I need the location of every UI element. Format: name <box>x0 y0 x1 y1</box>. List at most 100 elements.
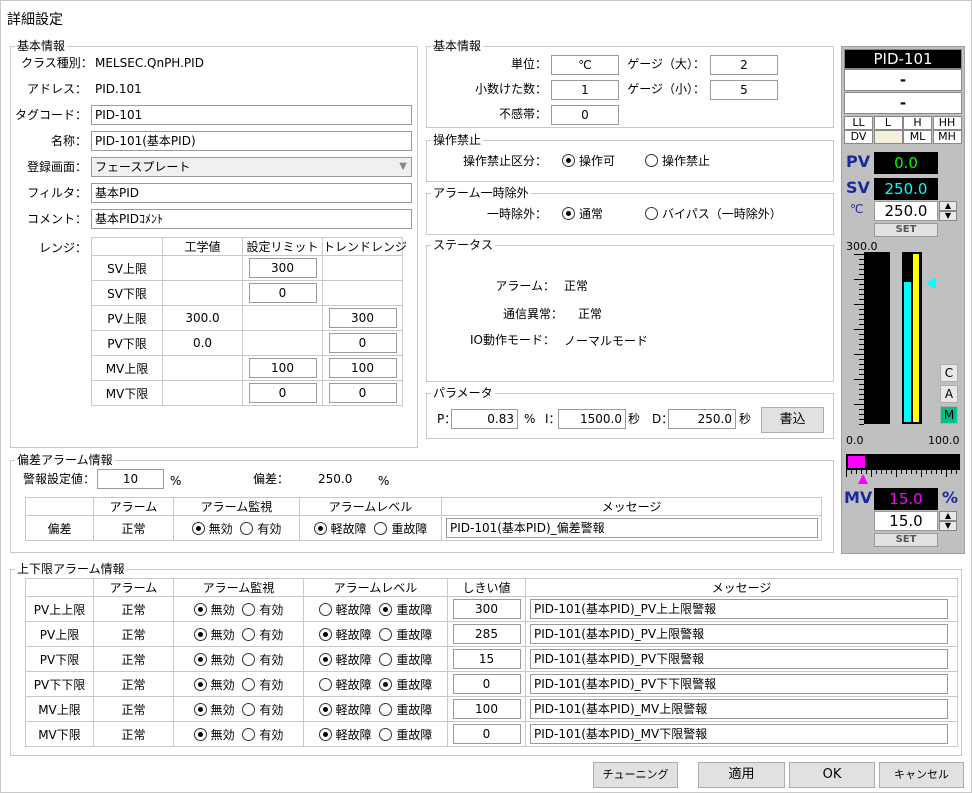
monitor-disable-radio[interactable]: 無効 <box>193 652 235 667</box>
monitor-enable-radio[interactable]: 有効 <box>242 602 284 617</box>
gauge-small-input[interactable]: 5 <box>710 80 778 100</box>
dev-setting-input[interactable]: 10 <box>97 469 164 489</box>
range-header-trend: トレンドレンジ <box>322 237 407 256</box>
mv-pointer-icon[interactable] <box>858 474 868 484</box>
tag-input[interactable]: PID-101 <box>91 105 412 125</box>
filter-input[interactable]: 基本PID <box>91 183 412 203</box>
sv-pointer-icon[interactable] <box>926 277 936 289</box>
level-heavy-radio[interactable]: 重故障 <box>379 727 433 742</box>
message-input[interactable]: PID-101(基本PID)_MV下限警報 <box>530 724 948 744</box>
scale-tick <box>876 470 877 474</box>
trend-input[interactable]: 0 <box>328 333 397 353</box>
level-heavy-radio[interactable]: 重故障 <box>379 602 432 617</box>
mv-down-icon[interactable]: ▼ <box>939 521 957 531</box>
level-light-radio[interactable]: 軽故障 <box>318 627 372 642</box>
monitor-enable-radio[interactable]: 有効 <box>240 521 281 536</box>
gauge-big-input[interactable]: 2 <box>710 55 778 75</box>
mv-scale-max: 100.0 <box>928 434 960 447</box>
header-message: メッセージ <box>525 578 958 597</box>
trend-input[interactable]: 0 <box>328 383 397 403</box>
level-light-radio[interactable]: 軽故障 <box>318 652 372 667</box>
mv-up-icon[interactable]: ▲ <box>939 511 957 521</box>
monitor-enable-radio[interactable]: 有効 <box>242 627 283 642</box>
monitor-enable-radio[interactable]: 有効 <box>242 677 283 692</box>
level-heavy-radio[interactable]: 重故障 <box>374 521 427 536</box>
trend-input[interactable]: 100 <box>328 358 397 378</box>
message-input[interactable]: PID-101(基本PID)_PV上限警報 <box>530 624 948 644</box>
mv-set-button[interactable]: SET <box>874 533 938 547</box>
sv-input[interactable]: 250.0 <box>874 201 938 221</box>
radio-off-icon <box>242 677 256 691</box>
scale-tick <box>851 470 852 474</box>
threshold-input[interactable]: 285 <box>452 624 521 644</box>
threshold-input[interactable]: 0 <box>452 674 521 694</box>
radio-label: 有効 <box>259 602 284 617</box>
level-heavy-radio[interactable]: 重故障 <box>379 677 432 692</box>
limit-input[interactable]: 0 <box>248 383 317 403</box>
level-heavy-radio[interactable]: 重故障 <box>379 702 432 717</box>
comment-input[interactable]: 基本PIDｺﾒﾝﾄ <box>91 209 412 229</box>
deadband-input[interactable]: 0 <box>551 105 619 125</box>
level-light-radio[interactable]: 軽故障 <box>313 521 367 536</box>
op-allow-radio[interactable]: 操作可 <box>562 153 615 169</box>
write-button[interactable]: 書込 <box>761 407 824 433</box>
d-input[interactable]: 250.0 <box>668 409 736 429</box>
threshold-input[interactable]: 100 <box>452 699 521 719</box>
radio-label: 重故障 <box>396 727 433 742</box>
limit-input[interactable]: 0 <box>248 283 317 303</box>
level-heavy-radio[interactable]: 重故障 <box>379 627 432 642</box>
exclude-bypass-radio[interactable]: バイパス（一時除外） <box>645 206 782 222</box>
radio-off-icon <box>240 521 254 535</box>
limit-input[interactable]: 100 <box>248 358 317 378</box>
exclude-normal-radio[interactable]: 通常 <box>562 206 603 222</box>
monitor-disable-radio[interactable]: 無効 <box>193 602 235 617</box>
apply-button[interactable]: 適用 <box>698 762 785 788</box>
mv-input[interactable]: 15.0 <box>874 511 938 531</box>
table-row: MV下限 0 0 <box>91 380 403 406</box>
radio-label: 軽故障 <box>335 727 372 742</box>
sv-down-icon[interactable]: ▼ <box>939 211 957 221</box>
level-light-radio[interactable]: 軽故障 <box>318 677 372 692</box>
monitor-enable-radio[interactable]: 有効 <box>242 652 283 667</box>
radio-on-icon <box>562 154 575 167</box>
tuning-button[interactable]: チューニング <box>593 762 678 788</box>
mode-c-button[interactable]: C <box>940 364 958 382</box>
monitor-disable-radio[interactable]: 無効 <box>193 702 235 717</box>
threshold-input[interactable]: 15 <box>452 649 521 669</box>
ok-button[interactable]: OK <box>789 762 875 788</box>
name-input[interactable]: PID-101(基本PID) <box>91 131 412 151</box>
level-light-radio[interactable]: 軽故障 <box>318 702 372 717</box>
message-input[interactable]: PID-101(基本PID)_偏差警報 <box>446 518 818 538</box>
trend-input[interactable]: 300 <box>328 308 397 328</box>
sv-bar-fill <box>904 282 911 422</box>
cancel-button[interactable]: キャンセル <box>879 762 964 788</box>
alarm-lamp: H <box>903 116 932 130</box>
threshold-input[interactable]: 300 <box>452 599 521 619</box>
p-input[interactable]: 0.83 <box>451 409 518 429</box>
message-input[interactable]: PID-101(基本PID)_PV下下限警報 <box>530 674 948 694</box>
monitor-enable-radio[interactable]: 有効 <box>242 702 283 717</box>
monitor-disable-radio[interactable]: 無効 <box>193 627 235 642</box>
sv-set-button[interactable]: SET <box>874 223 938 237</box>
dev-label: 偏差： <box>253 472 290 486</box>
message-input[interactable]: PID-101(基本PID)_PV上上限警報 <box>530 599 948 619</box>
threshold-input[interactable]: 0 <box>452 724 521 744</box>
screen-select[interactable]: フェースプレート ▼ <box>91 157 412 177</box>
op-deny-radio[interactable]: 操作禁止 <box>645 153 710 169</box>
limit-input[interactable]: 300 <box>248 258 317 278</box>
unit-input[interactable]: ℃ <box>551 55 619 75</box>
message-input[interactable]: PID-101(基本PID)_PV下限警報 <box>530 649 948 669</box>
i-input[interactable]: 1500.0 <box>558 409 626 429</box>
message-input[interactable]: PID-101(基本PID)_MV上限警報 <box>530 699 948 719</box>
level-light-radio[interactable]: 軽故障 <box>318 602 372 617</box>
level-light-radio[interactable]: 軽故障 <box>318 727 372 742</box>
mode-m-button[interactable]: M <box>940 406 958 424</box>
monitor-disable-radio[interactable]: 無効 <box>191 521 233 536</box>
decimals-input[interactable]: 1 <box>551 80 619 100</box>
monitor-enable-radio[interactable]: 有効 <box>242 727 283 742</box>
monitor-disable-radio[interactable]: 無効 <box>193 677 235 692</box>
level-heavy-radio[interactable]: 重故障 <box>379 652 432 667</box>
mode-a-button[interactable]: A <box>940 385 958 403</box>
monitor-disable-radio[interactable]: 無効 <box>193 727 235 742</box>
sv-up-icon[interactable]: ▲ <box>939 201 957 211</box>
